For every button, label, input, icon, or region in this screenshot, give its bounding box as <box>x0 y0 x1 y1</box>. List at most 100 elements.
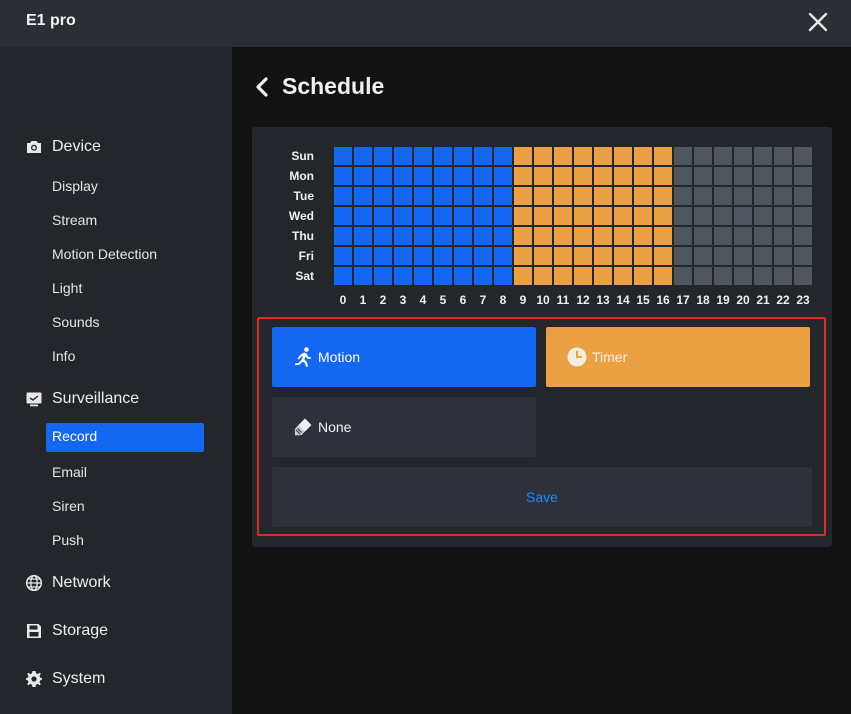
schedule-cell[interactable] <box>574 267 592 285</box>
schedule-cell[interactable] <box>734 147 752 165</box>
schedule-cell[interactable] <box>354 247 372 265</box>
schedule-cell[interactable] <box>394 147 412 165</box>
schedule-cell[interactable] <box>754 187 772 205</box>
schedule-cell[interactable] <box>614 167 632 185</box>
schedule-cell[interactable] <box>574 227 592 245</box>
schedule-cell[interactable] <box>454 227 472 245</box>
schedule-cell[interactable] <box>574 147 592 165</box>
schedule-cell[interactable] <box>394 227 412 245</box>
schedule-cell[interactable] <box>534 147 552 165</box>
schedule-cell[interactable] <box>774 167 792 185</box>
chevron-left-icon[interactable] <box>254 77 270 97</box>
schedule-cell[interactable] <box>614 207 632 225</box>
schedule-cell[interactable] <box>714 167 732 185</box>
schedule-cell[interactable] <box>774 187 792 205</box>
schedule-cell[interactable] <box>674 247 692 265</box>
schedule-cell[interactable] <box>554 267 572 285</box>
schedule-cell[interactable] <box>734 267 752 285</box>
schedule-cell[interactable] <box>474 247 492 265</box>
schedule-cell[interactable] <box>594 247 612 265</box>
timer-mode-button[interactable]: Timer <box>546 327 810 387</box>
schedule-cell[interactable] <box>714 227 732 245</box>
schedule-cell[interactable] <box>414 227 432 245</box>
schedule-cell[interactable] <box>394 167 412 185</box>
schedule-cell[interactable] <box>514 167 532 185</box>
schedule-cell[interactable] <box>494 147 512 165</box>
schedule-cell[interactable] <box>674 187 692 205</box>
schedule-cell[interactable] <box>434 207 452 225</box>
schedule-cell[interactable] <box>774 147 792 165</box>
schedule-cell[interactable] <box>534 227 552 245</box>
schedule-cell[interactable] <box>394 187 412 205</box>
schedule-cell[interactable] <box>734 167 752 185</box>
schedule-cell[interactable] <box>434 187 452 205</box>
schedule-cell[interactable] <box>794 207 812 225</box>
schedule-cell[interactable] <box>734 187 752 205</box>
schedule-cell[interactable] <box>514 227 532 245</box>
sidebar-section-surveillance[interactable]: Surveillance <box>25 387 139 411</box>
schedule-cell[interactable] <box>694 147 712 165</box>
schedule-cell[interactable] <box>374 207 392 225</box>
schedule-cell[interactable] <box>714 247 732 265</box>
schedule-cell[interactable] <box>614 227 632 245</box>
schedule-cell[interactable] <box>714 267 732 285</box>
schedule-cell[interactable] <box>754 167 772 185</box>
schedule-cell[interactable] <box>654 147 672 165</box>
schedule-cell[interactable] <box>474 147 492 165</box>
schedule-cell[interactable] <box>734 207 752 225</box>
schedule-cell[interactable] <box>514 147 532 165</box>
schedule-cell[interactable] <box>454 247 472 265</box>
schedule-cell[interactable] <box>454 187 472 205</box>
schedule-cell[interactable] <box>794 167 812 185</box>
sidebar-section-storage[interactable]: Storage <box>25 619 108 643</box>
schedule-cell[interactable] <box>434 147 452 165</box>
schedule-cell[interactable] <box>354 167 372 185</box>
schedule-cell[interactable] <box>354 227 372 245</box>
schedule-cell[interactable] <box>434 167 452 185</box>
schedule-cell[interactable] <box>714 207 732 225</box>
schedule-cell[interactable] <box>634 267 652 285</box>
schedule-cell[interactable] <box>654 267 672 285</box>
schedule-cell[interactable] <box>414 187 432 205</box>
schedule-cell[interactable] <box>594 167 612 185</box>
sidebar-item-display[interactable]: Display <box>52 176 98 196</box>
schedule-cell[interactable] <box>454 267 472 285</box>
schedule-cell[interactable] <box>654 187 672 205</box>
schedule-cell[interactable] <box>654 207 672 225</box>
sidebar-item-sounds[interactable]: Sounds <box>52 312 99 332</box>
schedule-cell[interactable] <box>534 207 552 225</box>
schedule-cell[interactable] <box>574 167 592 185</box>
schedule-cell[interactable] <box>414 147 432 165</box>
schedule-cell[interactable] <box>594 227 612 245</box>
schedule-cell[interactable] <box>434 227 452 245</box>
schedule-cell[interactable] <box>494 207 512 225</box>
schedule-cell[interactable] <box>694 227 712 245</box>
schedule-cell[interactable] <box>494 227 512 245</box>
schedule-cell[interactable] <box>414 267 432 285</box>
schedule-cell[interactable] <box>474 187 492 205</box>
schedule-cell[interactable] <box>734 227 752 245</box>
sidebar-item-siren[interactable]: Siren <box>52 496 85 516</box>
schedule-cell[interactable] <box>474 167 492 185</box>
schedule-cell[interactable] <box>374 267 392 285</box>
sidebar-item-info[interactable]: Info <box>52 346 75 366</box>
schedule-cell[interactable] <box>794 267 812 285</box>
schedule-cell[interactable] <box>634 187 652 205</box>
sidebar-section-system[interactable]: System <box>25 667 105 691</box>
schedule-cell[interactable] <box>394 207 412 225</box>
schedule-cell[interactable] <box>354 267 372 285</box>
schedule-cell[interactable] <box>514 267 532 285</box>
schedule-cell[interactable] <box>494 247 512 265</box>
schedule-cell[interactable] <box>634 147 652 165</box>
save-button[interactable]: Save <box>272 467 812 527</box>
schedule-cell[interactable] <box>614 187 632 205</box>
close-button[interactable] <box>806 10 830 34</box>
schedule-cell[interactable] <box>794 147 812 165</box>
schedule-cell[interactable] <box>634 227 652 245</box>
schedule-cell[interactable] <box>474 267 492 285</box>
schedule-cell[interactable] <box>334 167 352 185</box>
schedule-cell[interactable] <box>794 227 812 245</box>
schedule-cell[interactable] <box>474 227 492 245</box>
schedule-cell[interactable] <box>454 167 472 185</box>
schedule-cell[interactable] <box>594 267 612 285</box>
